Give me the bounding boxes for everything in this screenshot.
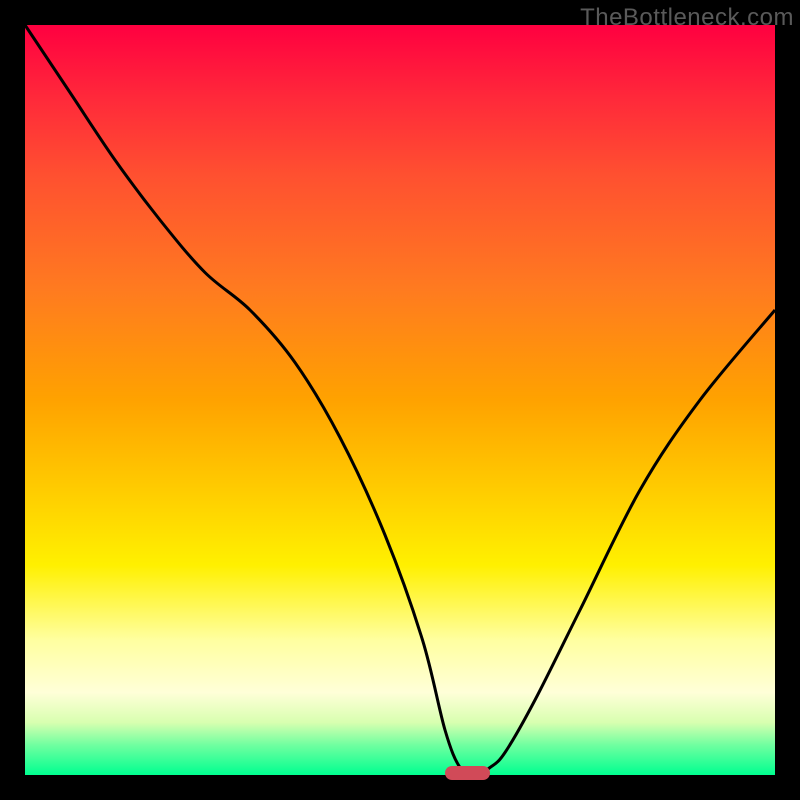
chart-frame: TheBottleneck.com: [0, 0, 800, 800]
bottleneck-curve-path: [25, 25, 775, 775]
plot-area: [25, 25, 775, 775]
optimal-marker: [445, 766, 490, 780]
curve-svg: [25, 25, 775, 775]
